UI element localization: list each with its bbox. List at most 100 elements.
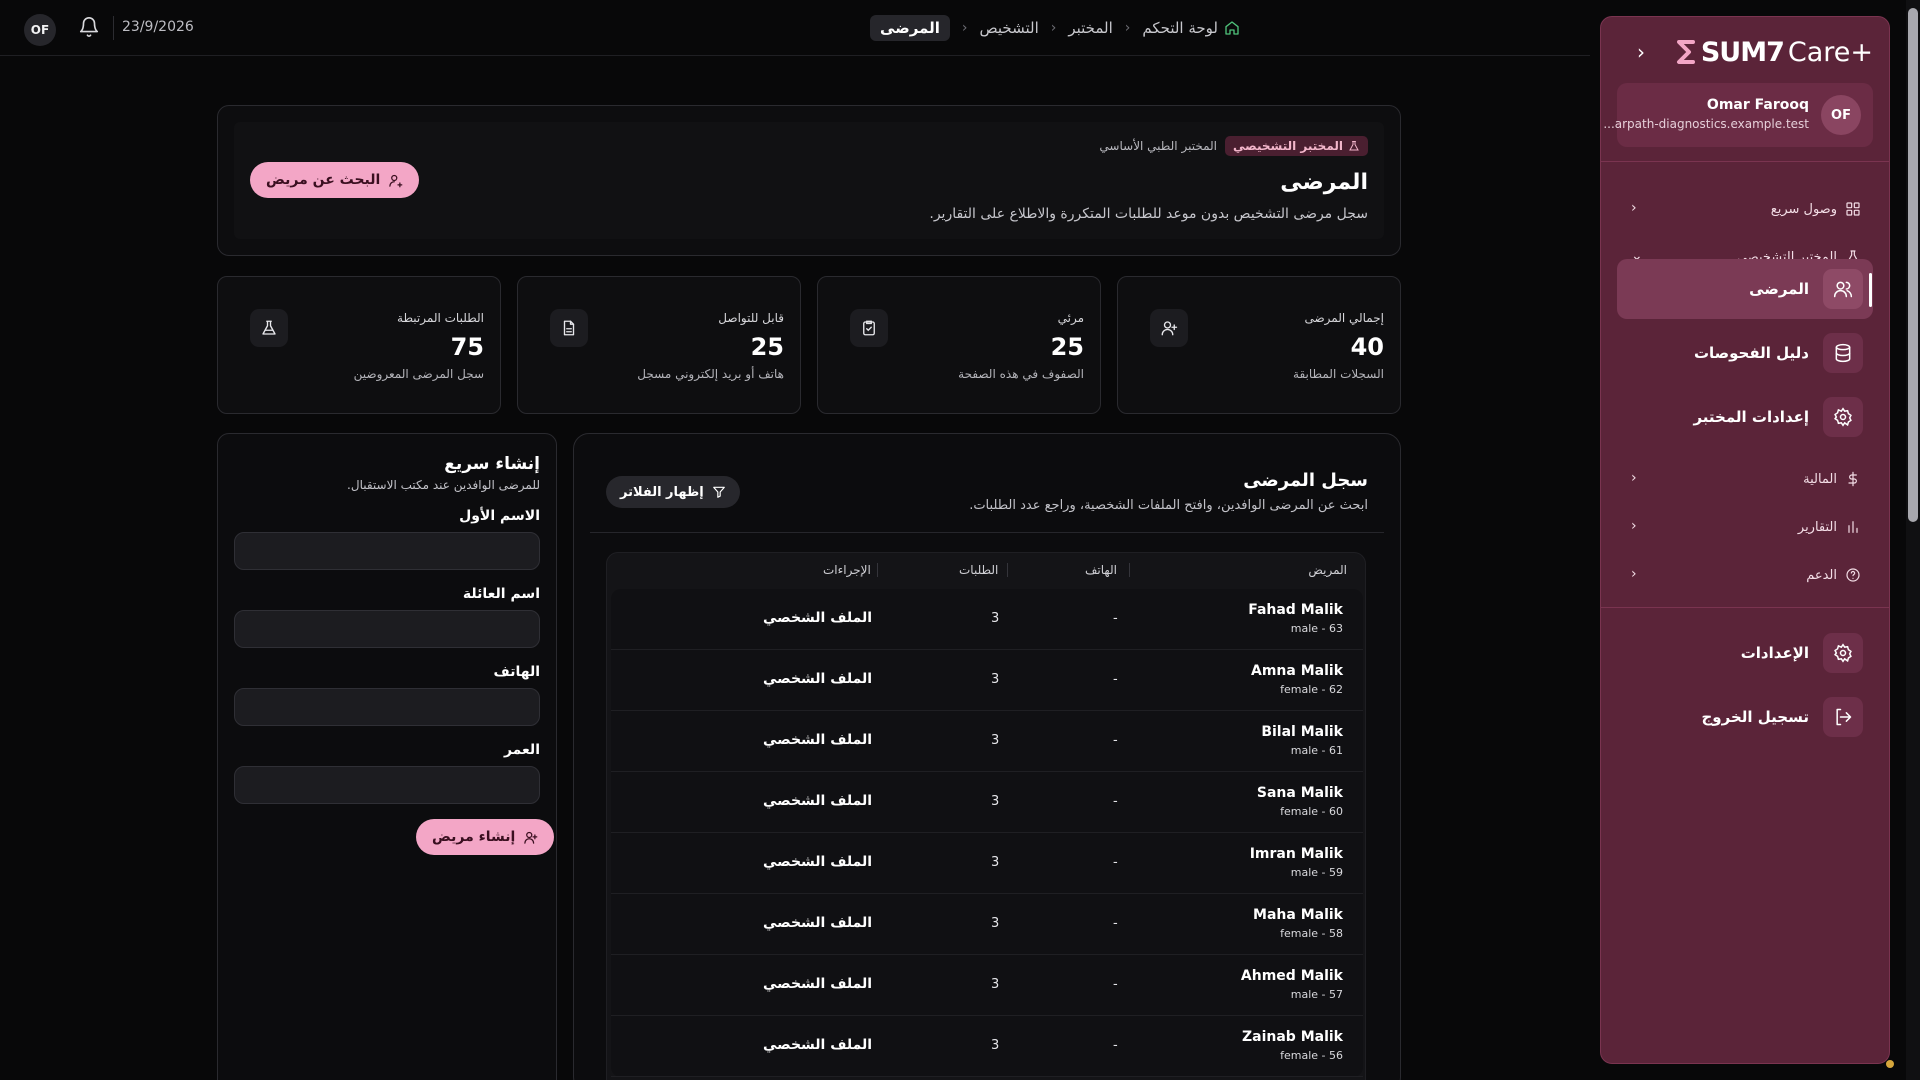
flask-icon <box>1348 140 1360 152</box>
profile-link[interactable]: الملف الشخصي <box>763 732 872 748</box>
first-name-field[interactable] <box>234 532 540 570</box>
column-header-orders[interactable]: الطلبات <box>959 563 998 577</box>
patient-meta: male - 57 <box>1290 988 1343 1001</box>
flask-icon <box>250 309 288 347</box>
sidebar-group-support[interactable]: الدعم ‹ <box>1617 559 1873 591</box>
stat-subtitle: الصفوف في هذه الصفحة <box>958 367 1084 381</box>
user-avatar[interactable]: OF <box>24 14 56 46</box>
avatar: OF <box>1821 95 1861 135</box>
patient-phone: - <box>1113 916 1118 931</box>
patient-phone: - <box>1113 977 1118 992</box>
table-row[interactable]: Maha Malik female - 58 - 3 الملف الشخصي <box>611 894 1363 955</box>
breadcrumb-dashboard[interactable]: لوحة التحكم <box>1142 19 1240 37</box>
stat-card-contactable: قابل للتواصل 25 هاتف أو بريد إلكتروني مس… <box>517 276 801 414</box>
chevron-left-icon: ‹ <box>1631 566 1637 582</box>
stat-value: 25 <box>1050 333 1084 361</box>
sidebar-item-settings[interactable]: الإعدادات <box>1617 623 1873 683</box>
table-row[interactable]: Bilal Malik male - 61 - 3 الملف الشخصي <box>611 711 1363 772</box>
phone-field[interactable] <box>234 688 540 726</box>
table-row[interactable]: Imran Malik male - 59 - 3 الملف الشخصي <box>611 833 1363 894</box>
profile-link[interactable]: الملف الشخصي <box>763 1037 872 1053</box>
current-date: 23/9/2026 <box>122 19 194 35</box>
phone-label: الهاتف <box>493 664 540 680</box>
sidebar-item-test-catalog[interactable]: دليل الفحوصات <box>1617 323 1873 383</box>
product-name: Care+ <box>1787 36 1873 68</box>
table-row[interactable]: Zainab Malik female - 56 - 3 الملف الشخص… <box>611 1016 1363 1077</box>
column-header-phone[interactable]: الهاتف <box>1085 563 1117 577</box>
sidebar-group-quick-access[interactable]: وصول سريع ‹ <box>1617 193 1873 225</box>
page-header: المختبر التشخيصي المختبر الطبي الأساسي ا… <box>234 122 1384 239</box>
breadcrumb-lab[interactable]: المختبر <box>1068 19 1112 37</box>
table-header: المريض الهاتف الطلبات الإجراءات <box>607 553 1367 587</box>
profile-link[interactable]: الملف الشخصي <box>763 671 872 687</box>
logo-mark-icon <box>1671 37 1697 67</box>
user-plus-icon <box>1150 309 1188 347</box>
last-name-field[interactable] <box>234 610 540 648</box>
patient-name: Imran Malik <box>1249 846 1343 862</box>
page-title: المرضى <box>1280 170 1368 195</box>
sidebar-group-label: وصول سريع <box>1770 201 1837 217</box>
patient-phone: - <box>1113 733 1118 748</box>
column-header-patient[interactable]: المريض <box>1308 563 1347 577</box>
top-bar: OF 23/9/2026 لوحة التحكم ‹ المختبر ‹ الت… <box>0 0 1590 56</box>
sidebar-item-label: الإعدادات <box>1740 644 1809 662</box>
sidebar-item-lab-settings[interactable]: إعدادات المختبر <box>1617 387 1873 447</box>
profile-link[interactable]: الملف الشخصي <box>763 793 872 809</box>
sidebar-group-reports[interactable]: التقارير ‹ <box>1617 511 1873 543</box>
user-email: ...arpath-diagnostics.example.test <box>1603 117 1809 131</box>
sidebar: SUM7 Care+ ‹ OF Omar Farooq ...arpath-di… <box>1600 16 1890 1064</box>
sidebar-item-label: المرضى <box>1749 280 1809 298</box>
stat-label: قابل للتواصل <box>718 311 784 325</box>
show-filters-label: إظهار الفلاتر <box>620 484 704 500</box>
patient-name: Zainab Malik <box>1242 1029 1343 1045</box>
patient-name: Amna Malik <box>1251 663 1343 679</box>
profile-link[interactable]: الملف الشخصي <box>763 610 872 626</box>
stat-label: مرئي <box>1057 311 1084 325</box>
patient-name: Bilal Malik <box>1261 724 1343 740</box>
profile-link[interactable]: الملف الشخصي <box>763 915 872 931</box>
stat-value: 40 <box>1350 333 1384 361</box>
chevron-left-icon: ‹ <box>1631 470 1637 486</box>
lab-badge: المختبر التشخيصي <box>1225 136 1368 156</box>
breadcrumb: لوحة التحكم ‹ المختبر ‹ التشخيص ‹ المرضى <box>870 14 1240 42</box>
file-text-icon <box>550 309 588 347</box>
table-row[interactable]: Sana Malik female - 60 - 3 الملف الشخصي <box>611 772 1363 833</box>
sidebar-item-label: إعدادات المختبر <box>1693 408 1809 426</box>
patient-orders: 3 <box>991 855 1000 870</box>
bell-icon[interactable] <box>78 16 100 38</box>
quick-create-subtitle: للمرضى الوافدين عند مكتب الاستقبال. <box>347 478 540 492</box>
help-circle-icon <box>1845 567 1861 583</box>
profile-link[interactable]: الملف الشخصي <box>763 976 872 992</box>
clipboard-icon <box>850 309 888 347</box>
sidebar-group-finance[interactable]: المالية ‹ <box>1617 463 1873 495</box>
user-search-icon <box>388 173 403 188</box>
user-card[interactable]: OF Omar Farooq ...arpath-diagnostics.exa… <box>1603 83 1873 147</box>
lab-name: المختبر الطبي الأساسي <box>1099 139 1217 153</box>
table-row[interactable]: Amna Malik female - 62 - 3 الملف الشخصي <box>611 650 1363 711</box>
patient-name: Fahad Malik <box>1248 602 1343 618</box>
breadcrumb-label: المرضى <box>880 19 940 37</box>
breadcrumb-diagnosis[interactable]: التشخيص <box>980 19 1039 37</box>
brand-logo[interactable]: SUM7 Care+ <box>1671 35 1873 69</box>
scrollbar-thumb[interactable] <box>1908 8 1918 522</box>
sidebar-item-patients[interactable]: المرضى <box>1617 259 1873 319</box>
search-patient-button[interactable]: البحث عن مريض <box>250 162 420 198</box>
stat-subtitle: السجلات المطابقة <box>1293 367 1384 381</box>
table-row[interactable]: Ahmed Malik male - 57 - 3 الملف الشخصي <box>611 955 1363 1016</box>
stat-value: 25 <box>750 333 784 361</box>
profile-link[interactable]: الملف الشخصي <box>763 854 872 870</box>
chevron-left-icon: ‹ <box>961 20 968 36</box>
patient-orders: 3 <box>991 611 1000 626</box>
collapse-sidebar-icon[interactable]: ‹ <box>1625 42 1645 63</box>
stat-card-linked-orders: الطلبات المرتبطة 75 سجل المرضى المعروضين <box>217 276 501 414</box>
age-field[interactable] <box>234 766 540 804</box>
last-name-label: اسم العائلة <box>462 586 540 602</box>
create-patient-button[interactable]: إنشاء مريض <box>416 819 555 855</box>
patient-meta: male - 61 <box>1290 744 1343 757</box>
table-row[interactable]: Fahad Malik male - 63 - 3 الملف الشخصي <box>611 589 1363 650</box>
sidebar-item-logout[interactable]: تسجيل الخروج <box>1617 687 1873 747</box>
gear-icon <box>1823 397 1863 437</box>
show-filters-button[interactable]: إظهار الفلاتر <box>606 476 740 508</box>
status-indicator <box>1886 1060 1894 1068</box>
divider <box>1601 607 1889 608</box>
